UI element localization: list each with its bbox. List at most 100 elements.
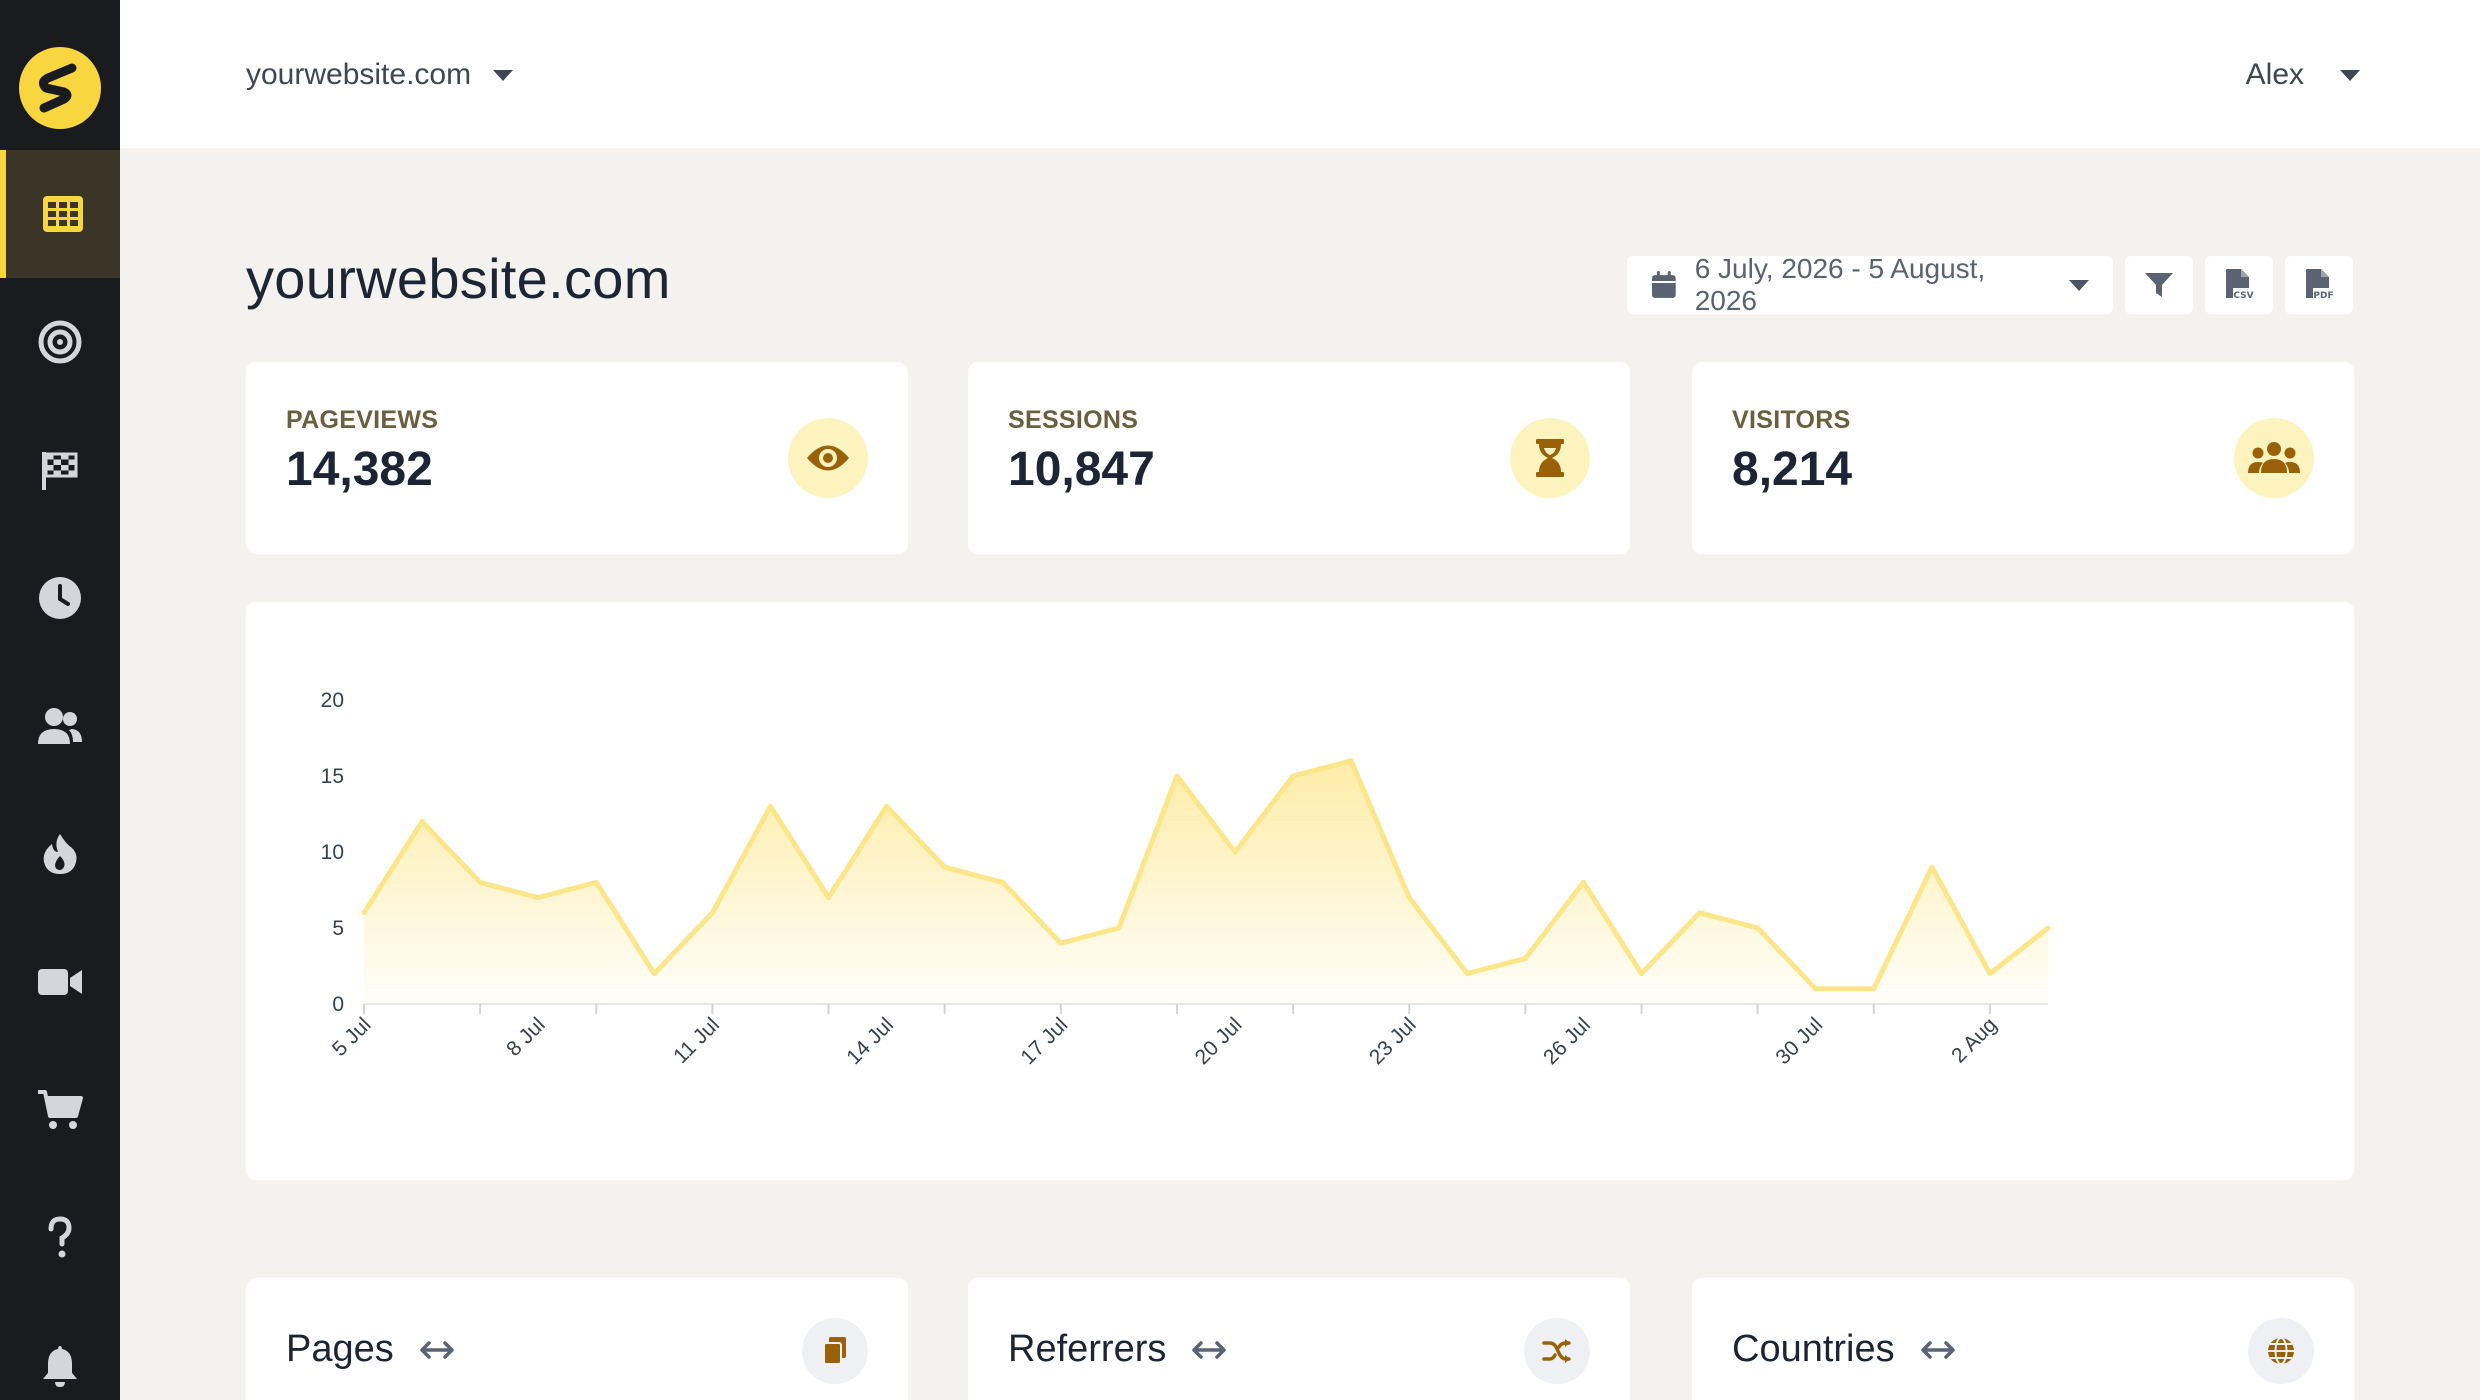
toolbar: 6 July, 2026 - 5 August, 2026 CSV PDF xyxy=(1627,253,2353,316)
y-tick-label: 5 xyxy=(332,917,344,940)
clock-icon xyxy=(39,577,81,619)
pdf-label: PDF xyxy=(2313,291,2333,301)
data-point[interactable] xyxy=(477,879,483,885)
sidebar xyxy=(0,0,120,1400)
data-point[interactable] xyxy=(419,819,425,825)
data-point[interactable] xyxy=(709,910,715,916)
filter-button[interactable] xyxy=(2125,256,2193,314)
stat-card-pageviews[interactable]: PAGEVIEWS 14,382 xyxy=(246,362,908,554)
data-point[interactable] xyxy=(884,803,890,809)
date-range-label: 6 July, 2026 - 5 August, 2026 xyxy=(1694,253,1986,316)
target-icon xyxy=(38,320,82,364)
nav-help[interactable] xyxy=(0,1174,120,1302)
pages-panel: Pages xyxy=(246,1278,908,1400)
pages-panel-button[interactable] xyxy=(802,1318,868,1384)
csv-label: CSV xyxy=(2233,291,2253,301)
hourglass-icon xyxy=(1536,439,1564,477)
checkered-flag-icon xyxy=(42,452,78,490)
countries-panel-button[interactable] xyxy=(2248,1318,2314,1384)
question-icon xyxy=(48,1216,72,1258)
expand-horizontal-icon[interactable] xyxy=(1920,1340,1955,1360)
stat-icon-badge xyxy=(1510,418,1590,498)
calendar-icon xyxy=(1651,271,1676,298)
user-group-icon xyxy=(2248,442,2300,473)
x-tick-label: 5 Jul xyxy=(328,1013,376,1061)
data-point[interactable] xyxy=(1813,986,1819,992)
data-point[interactable] xyxy=(1871,986,1877,992)
data-point[interactable] xyxy=(1232,849,1238,855)
user-menu[interactable]: Alex xyxy=(2246,52,2360,98)
data-point[interactable] xyxy=(1580,879,1586,885)
video-camera-icon xyxy=(38,969,82,995)
data-point[interactable] xyxy=(1348,758,1354,764)
y-tick-label: 15 xyxy=(321,765,344,788)
x-tick-label: 14 Jul xyxy=(842,1013,898,1069)
x-tick-label: 8 Jul xyxy=(502,1013,550,1061)
stat-value: 8,214 xyxy=(1732,443,1853,496)
topbar: yourwebsite.com Alex xyxy=(120,0,2480,148)
data-point[interactable] xyxy=(2045,925,2051,931)
date-range-picker[interactable]: 6 July, 2026 - 5 August, 2026 xyxy=(1627,253,2113,316)
eye-icon xyxy=(807,445,849,471)
x-tick-label: 20 Jul xyxy=(1191,1013,1247,1069)
data-point[interactable] xyxy=(1755,925,1761,931)
stat-label: PAGEVIEWS xyxy=(286,406,439,434)
data-point[interactable] xyxy=(942,864,948,870)
nav-ecommerce[interactable] xyxy=(0,1046,120,1174)
nav-notifications[interactable] xyxy=(0,1302,120,1400)
nav-campaigns[interactable] xyxy=(0,406,120,534)
data-point[interactable] xyxy=(1987,971,1993,977)
data-point[interactable] xyxy=(1058,940,1064,946)
nav-visitors[interactable] xyxy=(0,662,120,790)
data-point[interactable] xyxy=(1406,895,1412,901)
data-point[interactable] xyxy=(1116,925,1122,931)
stat-value: 14,382 xyxy=(286,443,433,496)
bell-icon xyxy=(43,1346,77,1387)
expand-horizontal-icon[interactable] xyxy=(420,1340,454,1360)
data-point[interactable] xyxy=(767,803,773,809)
export-csv-button[interactable]: CSV xyxy=(2205,256,2273,314)
stat-card-sessions[interactable]: SESSIONS 10,847 xyxy=(968,362,1630,554)
data-point[interactable] xyxy=(1174,773,1180,779)
data-point[interactable] xyxy=(593,879,599,885)
referrers-panel-button[interactable] xyxy=(1524,1318,1590,1384)
export-pdf-button[interactable]: PDF xyxy=(2285,256,2353,314)
stat-card-visitors[interactable]: VISITORS 8,214 xyxy=(1692,362,2354,554)
expand-horizontal-icon[interactable] xyxy=(1192,1340,1227,1360)
data-point[interactable] xyxy=(1000,879,1006,885)
stat-icon-badge xyxy=(2234,418,2314,498)
x-tick-label: 30 Jul xyxy=(1771,1013,1827,1069)
site-selector[interactable]: yourwebsite.com xyxy=(246,52,514,98)
csv-file-icon: CSV xyxy=(2226,269,2254,301)
data-point[interactable] xyxy=(826,895,832,901)
nav-realtime[interactable] xyxy=(0,534,120,662)
pdf-file-icon: PDF xyxy=(2306,269,2334,301)
chart-svg: 0 5 10 15 20 5 Jul 8 Jul 11 Jul 14 Jul 17 Jul 20 … xyxy=(321,689,2051,1069)
nav-goals[interactable] xyxy=(0,278,120,406)
logo-icon xyxy=(38,63,77,113)
cart-icon xyxy=(38,1090,83,1129)
nav-heatmaps[interactable] xyxy=(0,790,120,918)
data-point[interactable] xyxy=(535,895,541,901)
data-point[interactable] xyxy=(361,910,367,916)
stat-icon-badge xyxy=(788,418,868,498)
data-point[interactable] xyxy=(1929,864,1935,870)
users-icon xyxy=(38,708,82,744)
filter-icon xyxy=(2145,273,2173,297)
x-tick-label: 26 Jul xyxy=(1539,1013,1595,1069)
data-point[interactable] xyxy=(1639,971,1645,977)
data-point[interactable] xyxy=(1464,971,1470,977)
data-point[interactable] xyxy=(1697,910,1703,916)
data-point[interactable] xyxy=(1290,773,1296,779)
page-title: yourwebsite.com xyxy=(246,247,671,310)
logo[interactable] xyxy=(19,47,101,129)
panel-title: Pages xyxy=(286,1328,394,1370)
x-tick-label: 2 Aug xyxy=(1947,1013,2001,1067)
x-tick-label: 23 Jul xyxy=(1365,1013,1421,1069)
stat-value: 10,847 xyxy=(1008,443,1155,496)
nav-dashboard[interactable] xyxy=(0,150,120,278)
data-point[interactable] xyxy=(1522,955,1528,961)
data-point[interactable] xyxy=(651,971,657,977)
nav-recordings[interactable] xyxy=(0,918,120,1046)
x-tick-label: 11 Jul xyxy=(669,1013,724,1068)
